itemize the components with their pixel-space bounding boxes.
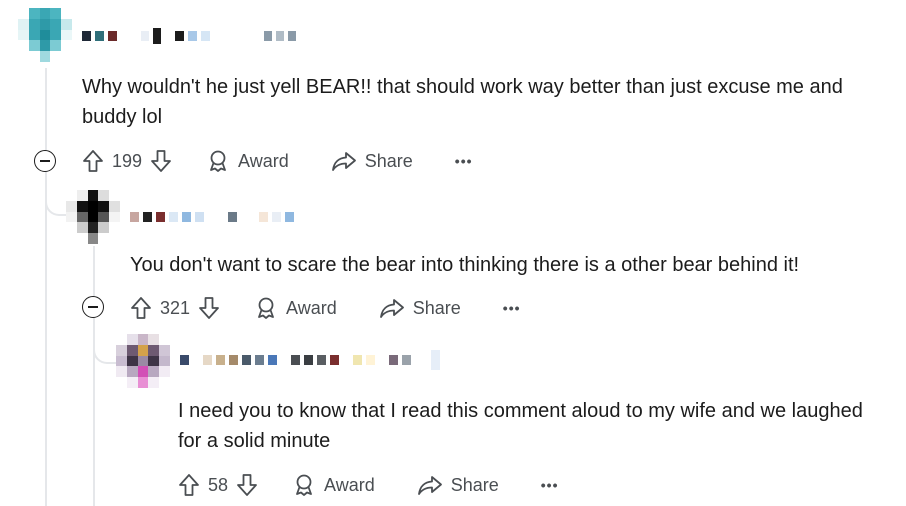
thread-line-level-2[interactable] [93,246,95,506]
share-label: Share [450,474,499,495]
comment-body: I need you to know that I read this comm… [178,400,863,452]
comment-body: Why wouldn't he just yell BEAR!! that sh… [82,76,843,128]
award-icon [254,296,278,320]
comment-body: You don't want to scare the bear into th… [130,254,800,276]
upvote-arrow-icon[interactable] [82,149,104,173]
award-button[interactable]: Award [292,473,375,497]
vote-count: 321 [160,297,191,318]
share-button[interactable]: Share [379,296,461,320]
award-label: Award [286,297,337,318]
share-label: Share [364,150,413,171]
username-redacted[interactable] [82,28,296,44]
collapse-thread-button[interactable] [34,150,56,172]
upvote-arrow-icon[interactable] [130,296,152,320]
vote-group: 58 [178,473,258,497]
downvote-arrow-icon[interactable] [236,473,258,497]
award-label: Award [238,150,289,171]
downvote-arrow-icon[interactable] [198,296,220,320]
share-button[interactable]: Share [331,149,413,173]
thread-line-level-1[interactable] [45,68,47,506]
share-button[interactable]: Share [417,473,499,497]
thread-connector-level-3 [93,322,117,364]
comment-actions: 58 Award Share ••• [178,470,559,500]
vote-group: 321 [130,296,220,320]
award-label: Award [324,474,375,495]
award-button[interactable]: Award [206,149,289,173]
minus-icon [40,160,50,162]
downvote-arrow-icon[interactable] [150,149,172,173]
more-options-button[interactable]: ••• [455,153,473,169]
share-arrow-icon [331,149,357,173]
comment-actions: 321 Award Share ••• [130,293,521,323]
share-arrow-icon [379,296,405,320]
upvote-arrow-icon[interactable] [178,473,200,497]
comment-actions: 199 Award Share ••• [82,146,473,176]
share-arrow-icon [417,473,443,497]
username-redacted[interactable] [180,350,440,370]
award-icon [292,473,316,497]
avatar[interactable] [66,190,120,244]
award-button[interactable]: Award [254,296,337,320]
vote-count: 199 [112,150,143,171]
more-options-button[interactable]: ••• [503,300,521,316]
avatar[interactable] [116,334,170,388]
avatar[interactable] [18,8,72,62]
share-label: Share [412,297,461,318]
vote-group: 199 [82,149,172,173]
username-redacted[interactable] [130,211,294,223]
collapse-thread-button[interactable] [82,296,104,318]
award-icon [206,149,230,173]
more-options-button[interactable]: ••• [541,477,559,493]
minus-icon [88,306,98,308]
vote-count: 58 [208,474,229,495]
